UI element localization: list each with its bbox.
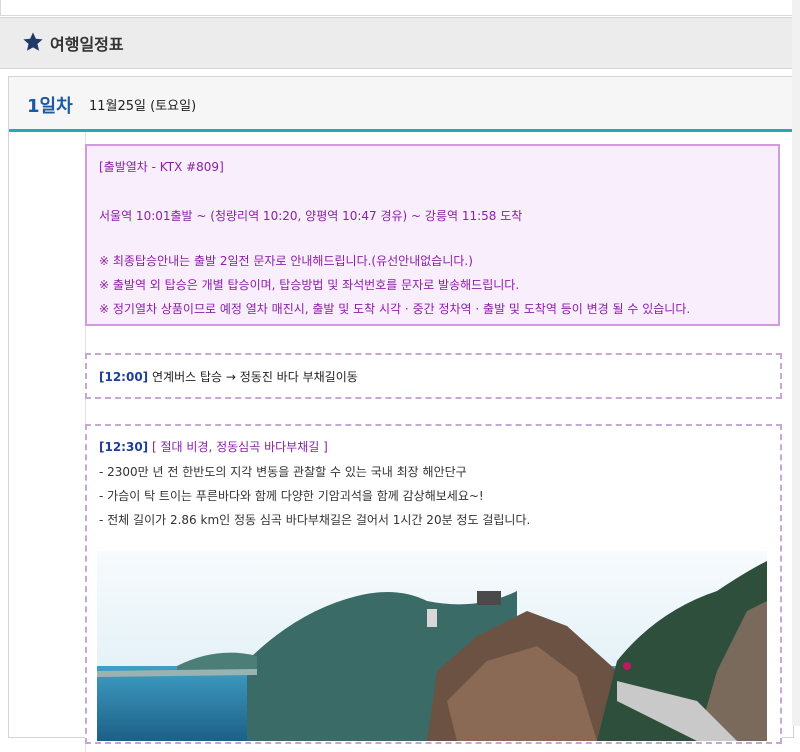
section-header: 여행일정표 xyxy=(0,17,800,69)
day-date: 11월25일 (토요일) xyxy=(89,99,197,114)
sight-bullet: - 전체 길이가 2.86 km인 정동 심곡 바다부채길은 걸어서 1시간 2… xyxy=(99,513,531,527)
day-label: 1일차 xyxy=(27,96,73,117)
sight-time: [12:30] xyxy=(99,440,149,454)
sightseeing-box: [12:30] [ 절대 비경, 정동심곡 바다부채길 ] - 2300만 년 … xyxy=(85,424,782,744)
scrollbar[interactable] xyxy=(792,0,800,726)
sight-bullet: - 가슴이 탁 트이는 푸른바다와 함께 다양한 기암괴석을 함께 감상해보세요… xyxy=(99,489,484,503)
train-note: ※ 최종탑승안내는 출발 2일전 문자로 안내해드립니다.(유선안내없습니다.) xyxy=(99,254,473,268)
section-title: 여행일정표 xyxy=(50,35,124,54)
bus-schedule-box: [12:00] 연계버스 탑승 → 정동진 바다 부채길이동 xyxy=(85,353,782,399)
star-icon xyxy=(23,32,43,51)
train-note: ※ 정기열차 상품이므로 예정 열차 매진시, 출발 및 도착 시각 · 중간 … xyxy=(99,302,691,316)
bus-time: [12:00] xyxy=(99,370,149,384)
coast-photo xyxy=(97,551,767,741)
train-route: 서울역 10:01출발 ~ (청량리역 10:20, 양평역 10:47 경유)… xyxy=(99,209,523,223)
sight-title: [ 절대 비경, 정동심곡 바다부채길 ] xyxy=(152,440,328,454)
sight-bullet: - 2300만 년 전 한반도의 지각 변동을 관찰할 수 있는 국내 최장 해… xyxy=(99,465,467,479)
timeline-rail xyxy=(9,132,86,752)
train-heading: [출발열차 - KTX #809] xyxy=(99,160,224,174)
train-note: ※ 출발역 외 탑승은 개별 탑승이며, 탑승방법 및 좌석번호를 문자로 발송… xyxy=(99,278,520,292)
top-strip xyxy=(0,0,794,16)
train-info-box: [출발열차 - KTX #809] 서울역 10:01출발 ~ (청량리역 10… xyxy=(85,144,780,326)
bus-text: 연계버스 탑승 → 정동진 바다 부채길이동 xyxy=(152,370,358,384)
day-header: 1일차 11월25일 (토요일) xyxy=(9,77,793,132)
